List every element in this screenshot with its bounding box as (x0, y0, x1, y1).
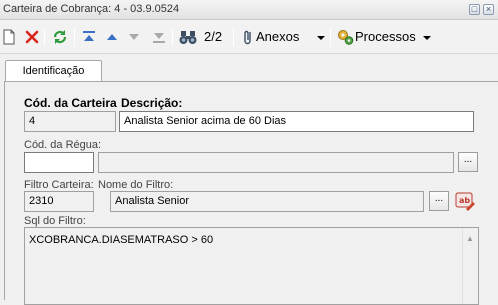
window-titlebar: Carteira de Cobrança: 4 - 03.9.0524 □ × (0, 0, 498, 20)
description-field[interactable]: Analista Senior acima de 60 Dias (119, 111, 474, 132)
record-position: 2/2 (204, 29, 223, 44)
toolbar-separator (172, 28, 173, 46)
paperclip-icon[interactable] (241, 28, 255, 46)
processes-dropdown-icon[interactable] (422, 28, 432, 46)
sql-filter-memo[interactable]: XCOBRANCA.DIASEMATRASO > 60 ▲ (24, 227, 479, 305)
description-label: Descrição: (121, 96, 183, 110)
filter-name-label: Nome do Filtro: (98, 179, 174, 191)
toolbar-separator (233, 28, 234, 46)
last-record-icon[interactable] (151, 28, 167, 46)
first-record-icon[interactable] (81, 28, 97, 46)
toolbar-separator (330, 28, 331, 46)
delete-icon[interactable] (24, 28, 40, 46)
window-title: Carteira de Cobrança: 4 - 03.9.0524 (3, 3, 180, 15)
carteira-code-label: Cód. da Carteira (24, 96, 117, 110)
filter-lookup-button[interactable]: ... (429, 191, 449, 211)
regua-code-label: Cód. da Régua: (24, 139, 102, 151)
tab-strip: Identificação (0, 54, 498, 82)
svg-text:ab: ab (459, 196, 470, 205)
regua-description-field[interactable] (98, 152, 454, 173)
tab-identificacao[interactable]: Identificação (5, 60, 102, 82)
refresh-icon[interactable] (51, 28, 69, 46)
restore-icon[interactable]: □ (469, 4, 480, 15)
regua-code-field[interactable] (24, 152, 94, 173)
new-document-icon[interactable] (2, 28, 16, 46)
filter-code-field[interactable]: 2310 (24, 191, 94, 212)
toolbar-separator (44, 28, 45, 46)
sql-memo-scrollbar[interactable]: ▲ (462, 228, 478, 304)
next-record-icon[interactable] (127, 28, 141, 46)
regua-lookup-button[interactable]: ... (458, 152, 478, 172)
edit-filter-icon[interactable]: ab (454, 190, 476, 212)
toolbar: 2/2 Anexos Processos (0, 20, 498, 54)
previous-record-icon[interactable] (105, 28, 119, 46)
close-icon[interactable]: × (483, 4, 494, 15)
toolbar-separator (74, 28, 75, 46)
processes-button[interactable]: Processos (355, 29, 416, 44)
filter-code-label: Filtro Carteira: (24, 179, 94, 191)
sql-filter-label: Sql do Filtro: (24, 215, 86, 227)
attachments-button[interactable]: Anexos (256, 29, 299, 44)
binoculars-icon[interactable] (178, 28, 198, 46)
scroll-up-arrow-icon[interactable]: ▲ (466, 234, 474, 243)
form-panel: Cód. da Carteira Descrição: 4 Analista S… (4, 81, 498, 305)
attachments-dropdown-icon[interactable] (316, 28, 326, 46)
carteira-code-field[interactable]: 4 (24, 111, 116, 132)
gears-icon[interactable] (336, 28, 354, 46)
filter-name-field[interactable]: Analista Senior (110, 191, 424, 212)
sql-filter-text: XCOBRANCA.DIASEMATRASO > 60 (29, 234, 214, 246)
